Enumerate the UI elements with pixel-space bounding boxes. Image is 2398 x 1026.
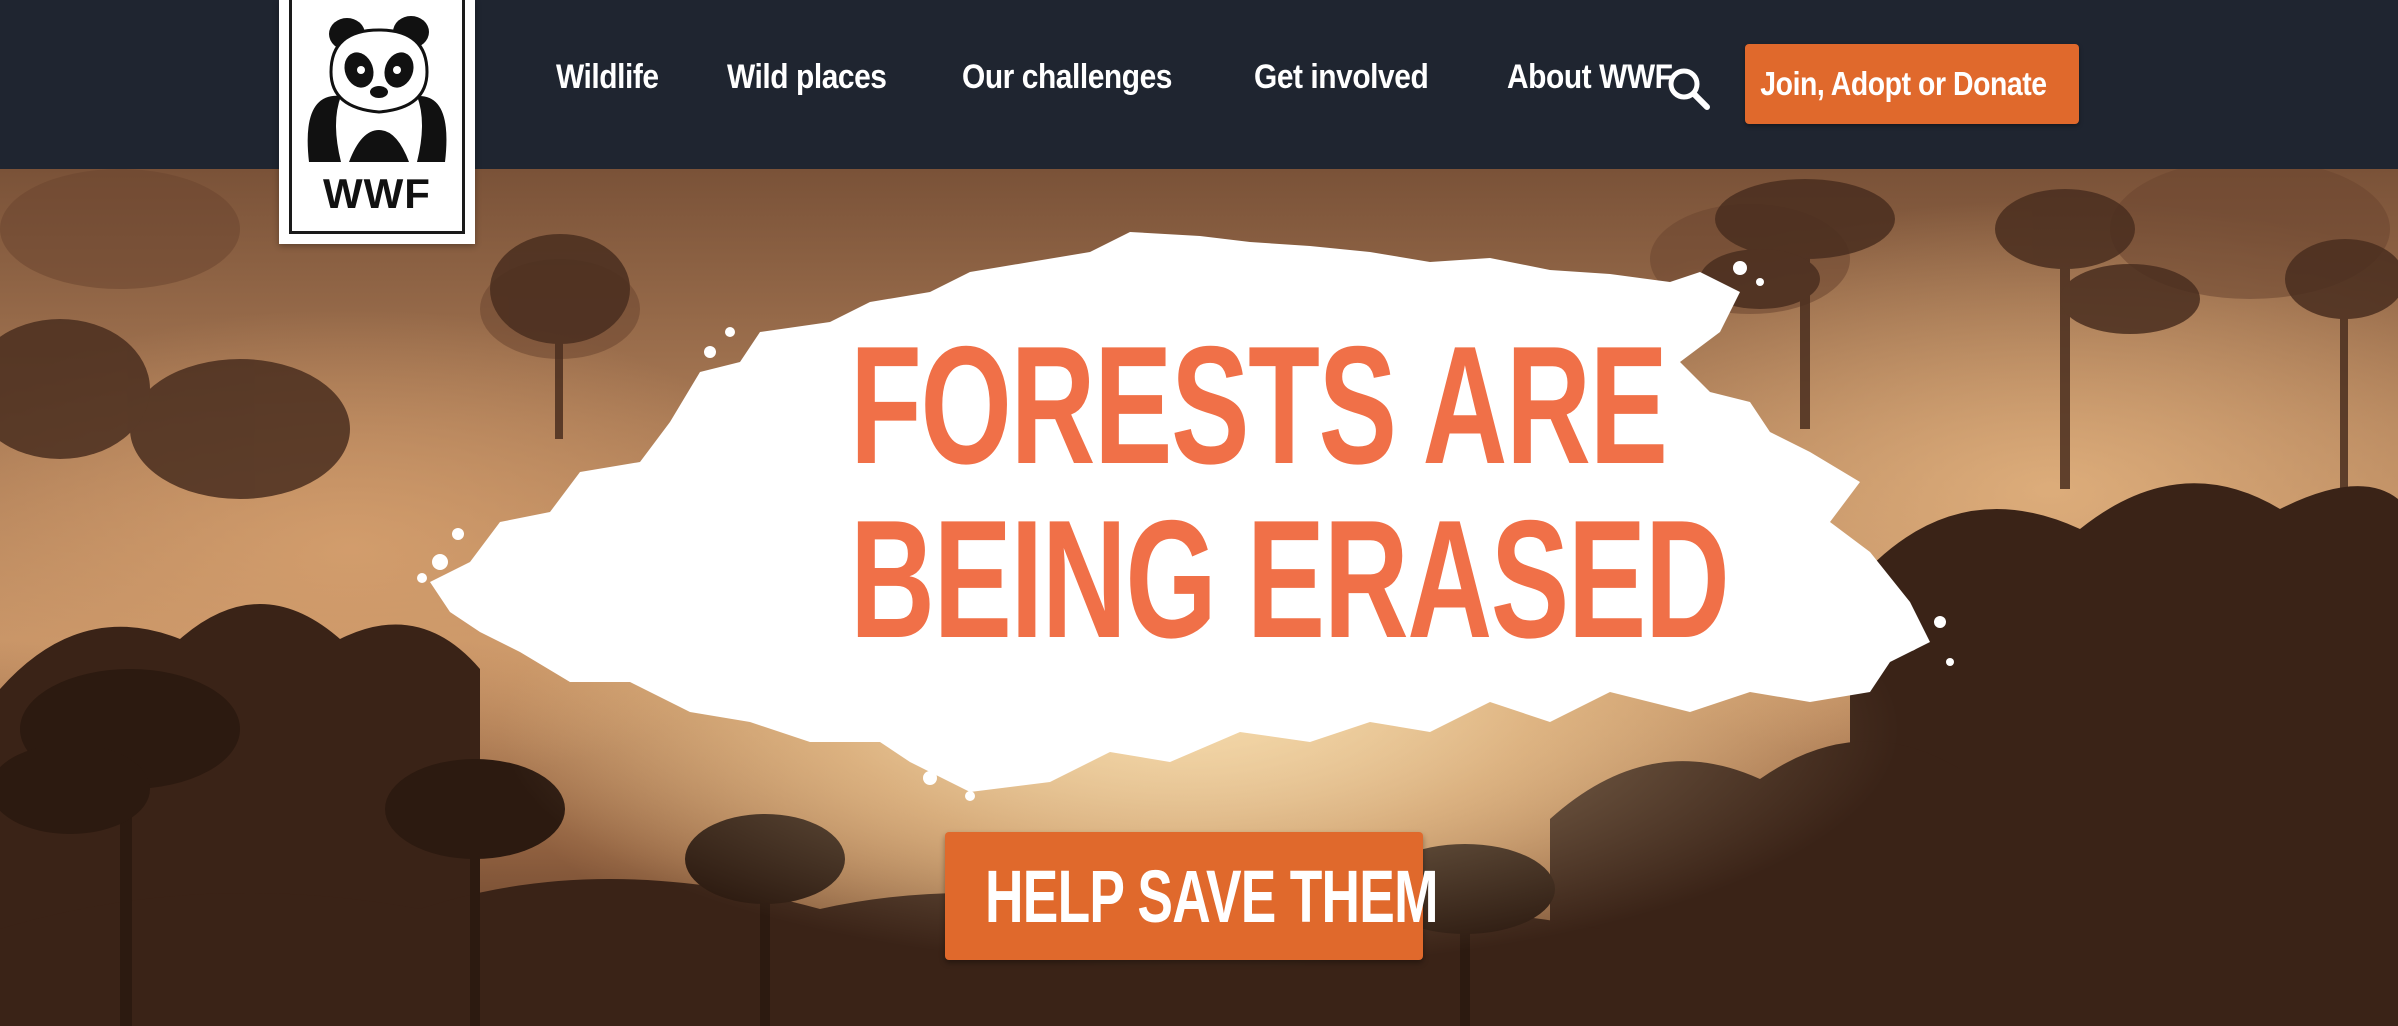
help-save-them-label: HELP SAVE THEM xyxy=(984,854,1438,938)
join-adopt-donate-label: Join, Adopt or Donate xyxy=(1759,65,2047,102)
logo-wordmark: WWF xyxy=(323,170,431,217)
search-icon xyxy=(1668,68,1710,110)
nav-item-about-wwf[interactable]: About WWF xyxy=(1507,58,1673,97)
hero-headline: FORESTS ARE BEING ERASED xyxy=(700,311,1730,673)
panda-logo-icon xyxy=(307,16,447,162)
headline-line-2: BEING ERASED xyxy=(850,485,1730,673)
wwf-logo-link[interactable]: WWF xyxy=(279,0,475,244)
headline-line-1: FORESTS ARE xyxy=(850,311,1668,499)
nav-item-our-challenges[interactable]: Our challenges xyxy=(962,58,1172,97)
main-nav: Wildlife Wild places Our challenges Get … xyxy=(556,58,1695,97)
nav-item-wildlife[interactable]: Wildlife xyxy=(556,58,659,97)
nav-item-get-involved[interactable]: Get involved xyxy=(1254,58,1429,97)
search-button[interactable] xyxy=(1664,64,1712,112)
help-save-them-button[interactable]: HELP SAVE THEM xyxy=(945,832,1438,960)
join-adopt-donate-button[interactable]: Join, Adopt or Donate xyxy=(1745,44,2079,124)
nav-item-wild-places[interactable]: Wild places xyxy=(727,58,887,97)
